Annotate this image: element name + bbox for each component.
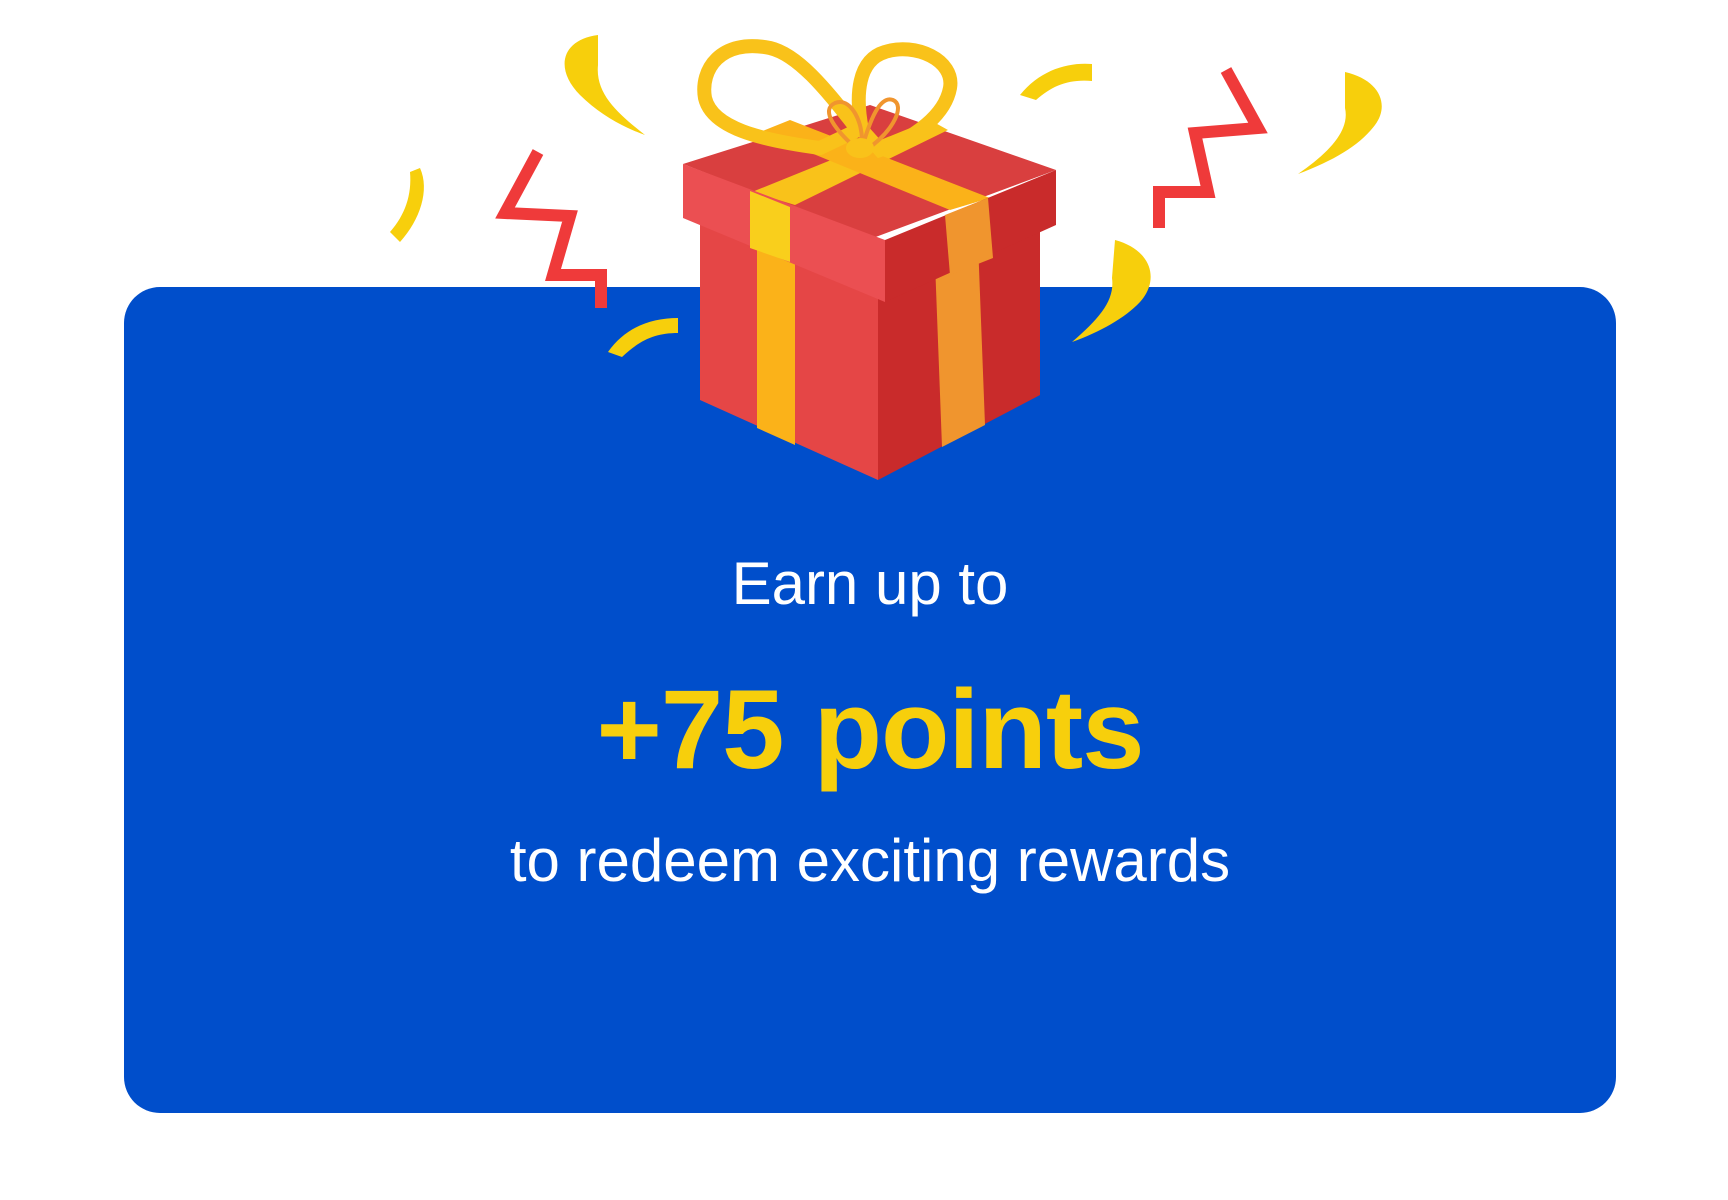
- points-amount: +75 points: [596, 667, 1144, 792]
- promo-headline: Earn up to: [731, 550, 1009, 617]
- promo-subline: to redeem exciting rewards: [509, 827, 1231, 894]
